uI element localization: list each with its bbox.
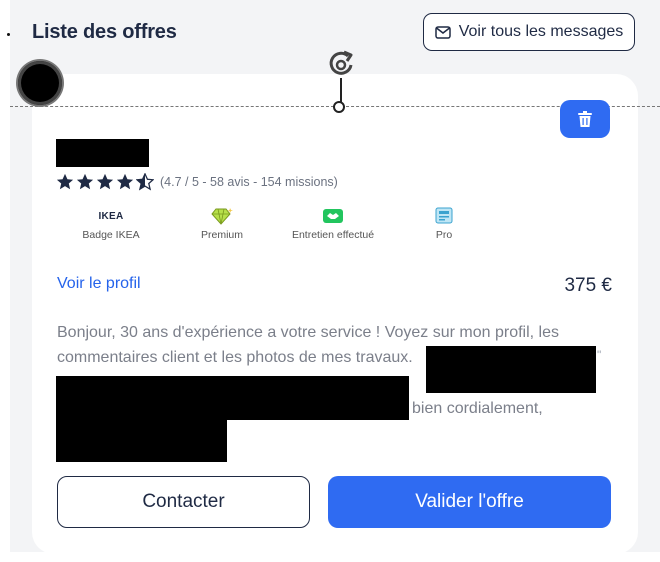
contact-button[interactable]: Contacter: [57, 476, 310, 528]
pro-card-icon: [435, 207, 453, 224]
badge-label: Pro: [435, 229, 453, 241]
star-full-icon: [76, 173, 94, 190]
message-line: Bonjour, 30 ans d'expérience a votre ser…: [57, 324, 559, 341]
redacted-text: [56, 376, 409, 420]
badge-label: Badge IKEA: [82, 229, 140, 241]
badge-ikea: IKEA Badge IKEA: [56, 206, 166, 242]
message-line: commentaires client et les photos de mes…: [57, 349, 413, 366]
badge-premium: Premium: [167, 206, 277, 241]
validate-offer-button[interactable]: Valider l'offre: [328, 476, 611, 528]
badge-label: Entretien effectué: [291, 229, 375, 241]
ikea-logo: IKEA: [98, 210, 124, 222]
star-half-icon: [136, 173, 154, 191]
badge-pro: Pro: [389, 206, 499, 241]
rotate-icon[interactable]: [324, 47, 358, 81]
handshake-icon: [323, 209, 343, 223]
badge-list: IKEA Badge IKEA Premium Entretien effect…: [56, 206, 616, 246]
left-margin: [0, 0, 10, 562]
redacted-text: [426, 346, 596, 393]
page-title: Liste des offres: [32, 21, 177, 43]
delete-offer-button[interactable]: [560, 100, 610, 138]
badge-interview-done: Entretien effectué: [278, 206, 388, 241]
redacted-text: [56, 420, 227, 462]
selection-handle[interactable]: [18, 61, 62, 105]
star-full-icon: [56, 173, 74, 190]
badge-label: Premium: [200, 229, 243, 241]
rating-summary: (4.7 / 5 - 58 avis - 154 missions): [160, 175, 338, 189]
diamond-icon: [211, 208, 233, 225]
message-quote-mark: ": [597, 348, 602, 362]
view-profile-link[interactable]: Voir le profil: [57, 275, 141, 293]
envelope-icon: [434, 25, 451, 39]
rotate-handle[interactable]: [333, 101, 345, 113]
trash-icon: [578, 111, 592, 127]
all-messages-button[interactable]: Voir tous les messages: [423, 13, 635, 51]
redacted-provider-name: [56, 139, 149, 167]
all-messages-label: Voir tous les messages: [458, 23, 624, 40]
message-line: bien cordialement,: [412, 400, 543, 417]
star-full-icon: [116, 173, 134, 190]
rating-row: (4.7 / 5 - 58 avis - 154 missions): [56, 171, 338, 193]
cursor-dot: [7, 33, 10, 36]
star-full-icon: [96, 173, 114, 190]
offer-price: 375 €: [564, 275, 612, 296]
